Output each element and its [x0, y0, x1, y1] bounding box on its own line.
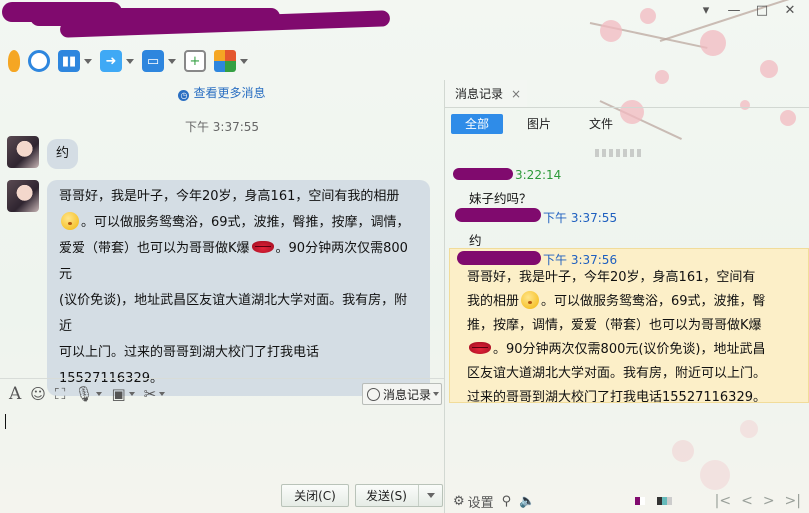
message-bubble: 约 — [47, 139, 79, 169]
view-more-messages-link[interactable]: ◷ 查看更多消息 — [0, 84, 444, 101]
text-cursor — [5, 414, 6, 429]
redacted-sender — [453, 168, 513, 180]
history-timestamp: 下午 3:37:55 — [543, 211, 618, 225]
add-chat-button[interactable]: + — [184, 47, 206, 75]
tab-message-history[interactable]: 消息记录 × — [445, 80, 527, 108]
prev-page-button[interactable]: < — [741, 493, 753, 509]
clock-icon: ◷ — [178, 90, 190, 101]
avatar[interactable] — [7, 180, 39, 212]
file-transfer-button[interactable]: ➜ — [100, 47, 134, 75]
close-window-button[interactable]: ✕ — [777, 2, 803, 20]
redacted-sender — [455, 208, 541, 222]
maximize-button[interactable]: □ — [749, 2, 775, 20]
message-line: 爱爱（带套）也可以为哥哥做K爆 。90分钟两次仅需800元 — [59, 241, 408, 282]
tab-label: 消息记录 — [455, 87, 504, 101]
history-footer: ⚙ 设置 ⚲ 🔈 |< < > >| — [445, 489, 809, 513]
history-timestamp: 3:22:14 — [515, 168, 562, 182]
chevron-down-icon — [426, 493, 435, 498]
close-button[interactable]: 关闭(C) — [281, 484, 349, 507]
chat-window: ▾ — □ ✕ ▮▮ ➜ ▭ + ◷ 查看更多消息 下午 3:37:55 约 哥… — [0, 0, 809, 513]
message-history-panel: 消息记录 × 全部 图片 文件 3:22:14 妹子约吗？ 下午 3:37:55… — [445, 80, 809, 513]
history-message: 约 — [469, 233, 482, 248]
title-bar: ▾ — □ ✕ — [0, 0, 809, 46]
apps-icon — [214, 50, 236, 72]
date-separator — [595, 146, 665, 157]
lips-emoji-icon — [251, 241, 274, 253]
last-page-button[interactable]: >| — [785, 493, 801, 509]
send-button[interactable]: 发送(S) — [355, 484, 443, 507]
message-line: 哥哥好，我是叶子，今年20岁，身高161，空间有我的相册 — [59, 189, 400, 204]
add-chat-icon: + — [184, 50, 206, 72]
voice-icon: 🎙 — [74, 384, 94, 403]
history-message: 妹子约吗？ — [469, 191, 532, 206]
scissors-icon: ✂ — [143, 384, 157, 403]
microphone-icon — [8, 50, 20, 72]
message-line: 。可以做服务鸳鸯浴，69式，波推，臀推，按摩，调情， — [59, 210, 418, 236]
image-icon: ▣ — [111, 384, 126, 403]
filter-all[interactable]: 全部 — [451, 114, 504, 134]
video-call-button[interactable] — [28, 47, 50, 75]
emoji-button[interactable]: ☺ — [30, 385, 46, 403]
voice-call-button[interactable] — [8, 47, 20, 75]
send-label: 发送(S) — [366, 489, 407, 503]
remote-assist-button[interactable]: ▭ — [142, 47, 176, 75]
search-button[interactable]: ⚲ — [502, 494, 512, 509]
screenshot-frame-icon: ⛶ — [54, 384, 66, 403]
settings-label: 设置 — [467, 495, 494, 511]
chat-messages-area[interactable]: ◷ 查看更多消息 下午 3:37:55 约 哥哥好，我是叶子，今年20岁，身高16… — [0, 80, 444, 396]
history-button-label: 消息记录 — [383, 387, 432, 402]
screenshot-button[interactable]: ✂ — [144, 385, 166, 403]
send-options-dropdown[interactable] — [418, 485, 442, 506]
gear-icon: ⚙ — [453, 493, 465, 509]
camera-icon — [28, 50, 50, 72]
screen-share-icon: ▮▮ — [58, 50, 80, 72]
history-long-message: 哥哥好，我是叶子，今年20岁，身高161，空间有 我的相册 。可以做服务鸳鸯浴，6… — [467, 270, 767, 405]
message-timestamp: 下午 3:37:55 — [184, 120, 260, 134]
history-filters: 全部 图片 文件 — [451, 114, 627, 134]
apps-button[interactable] — [214, 47, 248, 75]
screen-share-button[interactable]: ▮▮ — [58, 47, 92, 75]
avatar[interactable] — [7, 136, 39, 168]
remote-assist-icon: ▭ — [142, 50, 164, 72]
file-transfer-icon: ➜ — [100, 50, 122, 72]
voice-message-button[interactable]: 🎙 — [74, 384, 103, 403]
chevron-down-icon — [433, 392, 440, 396]
image-button[interactable]: ▣ — [111, 384, 135, 403]
close-icon[interactable]: × — [511, 87, 521, 101]
pixel-artifact — [635, 497, 673, 505]
message-history-button[interactable]: 消息记录 — [362, 383, 442, 405]
view-more-label[interactable]: 查看更多消息 — [193, 86, 265, 100]
emoji-icon: ☺ — [30, 384, 46, 403]
speaker-icon: 🔈 — [519, 493, 536, 509]
message-bubble: 哥哥好，我是叶子，今年20岁，身高161，空间有我的相册 。可以做服务鸳鸯浴，6… — [47, 180, 430, 396]
kiss-emoji-icon — [521, 291, 540, 309]
message-input[interactable] — [0, 408, 444, 484]
redacted-title — [30, 8, 280, 26]
redacted-sender — [457, 251, 541, 265]
sound-button[interactable]: 🔈 — [519, 494, 535, 509]
kiss-emoji-icon — [61, 212, 79, 230]
clock-icon — [367, 387, 380, 401]
lips-emoji-icon — [469, 342, 491, 354]
font-icon: A — [9, 383, 22, 404]
settings-button[interactable]: ⚙ 设置 — [453, 492, 494, 511]
dropdown-icon[interactable]: ▾ — [693, 2, 719, 20]
search-icon: ⚲ — [501, 493, 512, 509]
chat-toolbar: ▮▮ ➜ ▭ + — [0, 46, 320, 76]
filter-images[interactable]: 图片 — [513, 114, 565, 134]
screenshot-frame-button[interactable]: ⛶ — [55, 385, 66, 403]
next-page-button[interactable]: > — [763, 493, 775, 509]
minimize-button[interactable]: — — [721, 2, 747, 20]
first-page-button[interactable]: |< — [715, 493, 731, 509]
filter-files[interactable]: 文件 — [575, 114, 627, 134]
message-line: (议价免谈)，地址武昌区友谊大道湖北大学对面。我有房，附近 — [59, 293, 408, 334]
message-text: 约 — [56, 146, 70, 161]
input-toolbar: A ☺ ⛶ 🎙 ▣ ✂ 消息记录 — [0, 378, 444, 408]
font-button[interactable]: A — [9, 384, 21, 404]
